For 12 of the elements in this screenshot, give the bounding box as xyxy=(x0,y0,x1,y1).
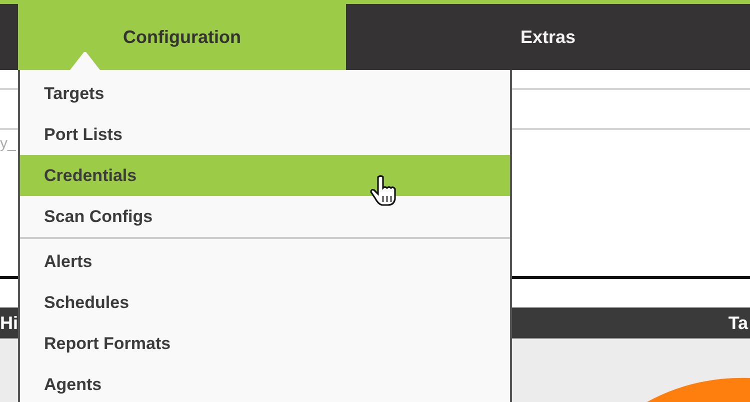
menu-item[interactable]: Port Lists xyxy=(20,114,510,155)
menu-item[interactable]: Credentials xyxy=(20,155,510,196)
menu-item[interactable]: Agents xyxy=(20,364,510,402)
header-text: Hi xyxy=(0,312,18,334)
menu-item[interactable]: Targets xyxy=(20,73,510,114)
cut-text: y_ xyxy=(0,135,16,152)
menu-item[interactable]: Schedules xyxy=(20,282,510,323)
menu-item[interactable]: Alerts xyxy=(20,241,510,282)
header-text: Ta xyxy=(728,312,750,334)
menu-item[interactable]: Scan Configs xyxy=(20,196,510,237)
nav-tab[interactable]: Configuration xyxy=(18,4,346,70)
menu-item[interactable]: Report Formats xyxy=(20,323,510,364)
